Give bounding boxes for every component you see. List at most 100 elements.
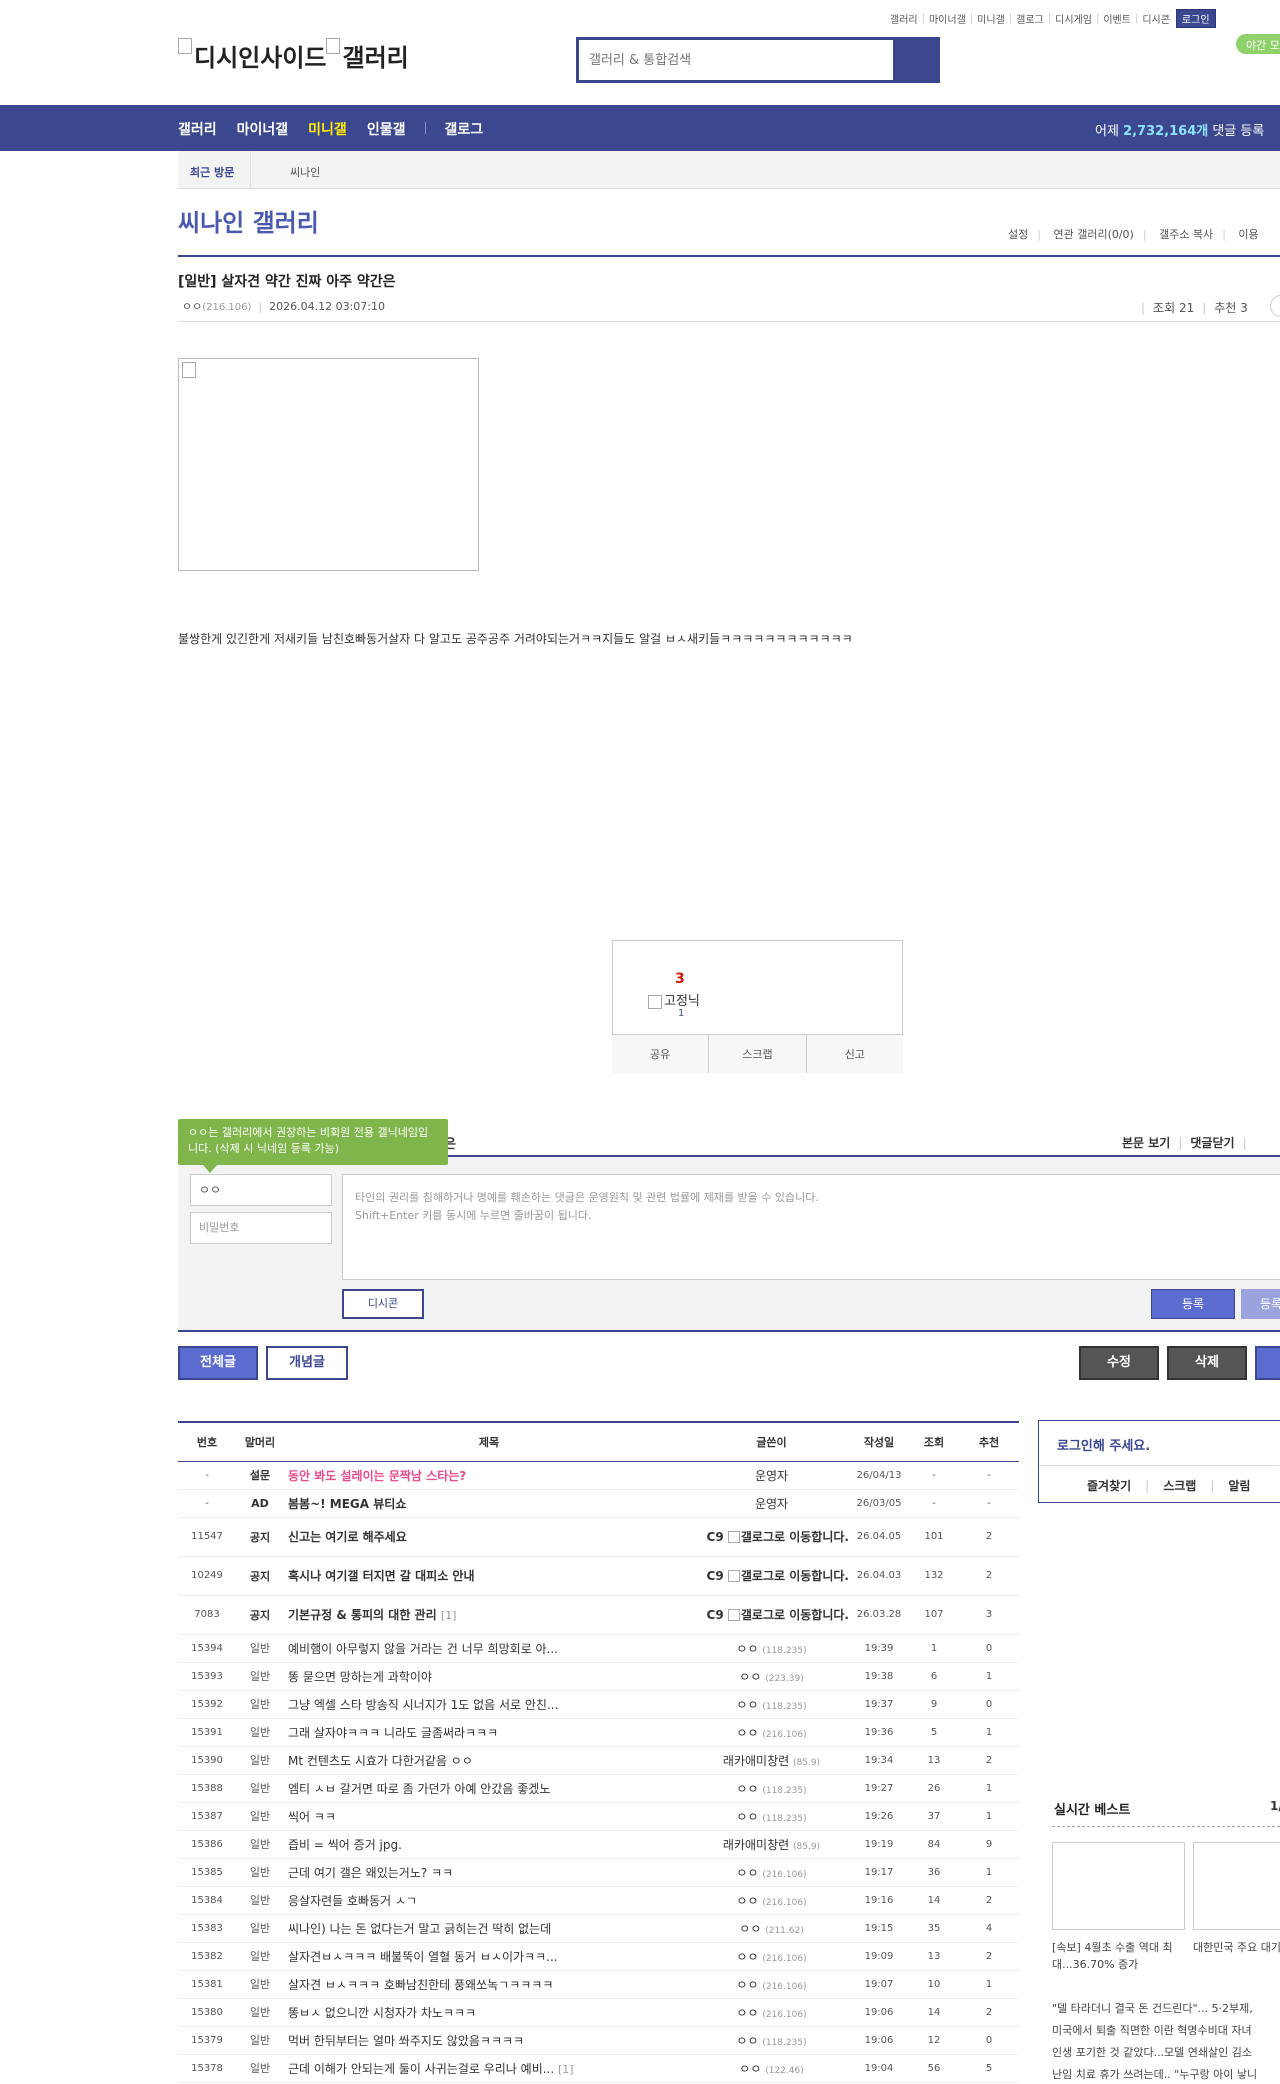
row-title[interactable]: 살자견ㅂㅅㅋㅋㅋ 배불뚝이 열혈 동거 ㅂㅅ이가ㅋㅋ... <box>284 1942 694 1971</box>
search-button[interactable] <box>893 40 937 80</box>
writer-name[interactable]: 운영자 <box>755 1497 788 1511</box>
row-title[interactable]: 동안 봐도 설레이는 문짝남 스타는? <box>284 1461 694 1490</box>
row-title[interactable]: 똥 묻으면 망하는게 과학이야 <box>284 1662 694 1691</box>
writer-name[interactable]: C9 <box>707 1530 724 1544</box>
writer-name[interactable]: C9 <box>707 1608 724 1622</box>
row-title[interactable]: 기본규정 & 통피의 대한 관리 [1] <box>284 1595 694 1635</box>
top-link-gallery[interactable]: 갤러리 <box>890 11 918 26</box>
writer-name[interactable]: ㅇㅇ <box>736 2034 758 2048</box>
nav-gallog[interactable]: 갤로그 <box>444 119 483 139</box>
notification-link[interactable]: 알림 <box>1228 1479 1250 1493</box>
scrap-link[interactable]: 스크랩 <box>1163 1479 1196 1493</box>
writer-name[interactable]: 래카애미창련 <box>723 1754 789 1768</box>
writer-name[interactable]: ㅇㅇ <box>736 1950 758 1964</box>
top-link-dccon[interactable]: 디시콘 <box>1142 11 1170 26</box>
recent-visit-label[interactable]: 최근 방문 <box>190 164 234 180</box>
gallog-icon[interactable] <box>727 1531 740 1543</box>
comment-submit-recommend-button[interactable]: 등록 <box>1241 1289 1280 1319</box>
row-title-text[interactable]: 씨나인) 나는 돈 없다는거 말고 긁히는건 딱히 없는데 <box>288 1922 551 1936</box>
row-title-text[interactable]: 근데 이해가 안되는게 둘이 사귀는걸로 우리나 예비... <box>288 2062 554 2076</box>
row-title-text[interactable]: 동안 봐도 설레이는 문짝남 스타는? <box>288 1469 466 1483</box>
close-comments-link[interactable]: 댓글닫기 <box>1190 1136 1234 1150</box>
table-row[interactable]: 15381 일반 살자견 ㅂㅅㅋㅋㅋ 호빠남친한테 풍왜쏘녹ㄱㅋㅋㅋㅋ ㅇㅇ (21… <box>178 1970 1019 1999</box>
fixed-nick-recommend[interactable]: 고정닉 <box>648 990 700 1009</box>
post-author[interactable]: ㅇㅇ <box>182 300 202 313</box>
nav-minor[interactable]: 마이너갤 <box>237 119 289 139</box>
login-box-title[interactable]: 로그인해 주세요. <box>1057 1435 1150 1454</box>
row-title[interactable]: 응살자련들 호빠동거 ㅅㄱ <box>284 1886 694 1915</box>
table-row[interactable]: 15383 일반 씨나인) 나는 돈 없다는거 말고 긁히는건 딱히 없는데 ㅇㅇ … <box>178 1914 1019 1943</box>
table-row[interactable]: 10249 공지 혹시나 여기갤 터지면 갈 대피소 안내 C9 갤로그로 이동합니… <box>178 1556 1019 1596</box>
recent-visit-item[interactable]: 씨나인 <box>290 164 320 180</box>
writer-name[interactable]: ㅇㅇ <box>736 1894 758 1908</box>
writer-name[interactable]: ㅇㅇ <box>739 1670 761 1684</box>
row-title-text[interactable]: 살자견ㅂㅅㅋㅋㅋ 배불뚝이 열혈 동거 ㅂㅅ이가ㅋㅋ... <box>288 1950 558 1964</box>
row-title[interactable]: 살자견 ㅂㅅㅋㅋㅋ 호빠남친한테 풍왜쏘녹ㄱㅋㅋㅋㅋ <box>284 1970 694 1999</box>
table-row[interactable]: 15378 일반 근데 이해가 안되는게 둘이 사귀는걸로 우리나 예비... [1… <box>178 2054 1019 2083</box>
writer-name[interactable]: C9 <box>707 1569 724 1583</box>
top-link-minor[interactable]: 마이너갤 <box>929 11 966 26</box>
gallog-icon[interactable] <box>727 1570 740 1582</box>
scrap-button[interactable]: 스크랩 <box>708 1035 806 1073</box>
search-input[interactable] <box>579 40 893 80</box>
table-row[interactable]: 15380 일반 똥ㅂㅅ 없으니깐 시청자가 차노ㅋㅋㅋ ㅇㅇ (216.106) 1… <box>178 1998 1019 2027</box>
usage-link[interactable]: 이용 <box>1238 228 1258 241</box>
table-row[interactable]: 15393 일반 똥 묻으면 망하는게 과학이야 ㅇㅇ (223.39) 19:38 6… <box>178 1662 1019 1691</box>
best-thumbnail-2[interactable] <box>1193 1842 1280 1930</box>
row-title-text[interactable]: 똥ㅂㅅ 없으니깐 시청자가 차노ㅋㅋㅋ <box>288 2006 476 2020</box>
row-title-text[interactable]: 신고는 여기로 해주세요 <box>288 1530 407 1544</box>
row-title-text[interactable]: 기본규정 & 통피의 대한 관리 <box>288 1608 437 1622</box>
comment-submit-button[interactable]: 등록 <box>1151 1289 1235 1319</box>
top-link-event[interactable]: 이벤트 <box>1103 11 1131 26</box>
best-news-item[interactable]: 난임 치료 휴가 쓰려는데.. "누구랑 아이 낳니 <box>1052 2064 1280 2084</box>
best-caption-2[interactable]: 대한민국 주요 대기업 의 그룹 본사 건물 <box>1193 1939 1280 1956</box>
table-row[interactable]: 15391 일반 그래 살자야ㅋㅋㅋ 니라도 글좀써라ㅋㅋㅋ ㅇㅇ (216.106… <box>178 1718 1019 1747</box>
all-posts-button[interactable]: 전체글 <box>178 1346 258 1380</box>
row-title-text[interactable]: 근데 여기 갤은 왜있는거노? ㅋㅋ <box>288 1866 453 1880</box>
table-row[interactable]: 15384 일반 응살자련들 호빠동거 ㅅㄱ ㅇㅇ (216.106) 19:16 14… <box>178 1886 1019 1915</box>
view-body-link[interactable]: 본문 보기 <box>1122 1136 1170 1150</box>
table-row[interactable]: 15382 일반 살자견ㅂㅅㅋㅋㅋ 배불뚝이 열혈 동거 ㅂㅅ이가ㅋㅋ... ㅇㅇ … <box>178 1942 1019 1971</box>
site-logo[interactable]: 디시인사이드 갤러리 <box>178 38 409 73</box>
writer-name[interactable]: ㅇㅇ <box>739 2062 761 2076</box>
row-title-text[interactable]: 예비햄이 아무렇지 않을 거라는 건 너무 희망회로 아... <box>288 1642 558 1656</box>
table-row[interactable]: 7083 공지 기본규정 & 통피의 대한 관리 [1] C9 갤로그로 이동합니다.… <box>178 1595 1019 1635</box>
table-row[interactable]: 15387 일반 씩어 ㅋㅋ ㅇㅇ (118.235) 19:26 37 1 <box>178 1802 1019 1831</box>
best-caption-1[interactable]: [속보] 4월초 수출 역대 최대...36.70% 증가 <box>1052 1939 1182 1973</box>
report-button[interactable]: 신고 <box>805 1035 903 1073</box>
edit-button[interactable]: 수정 <box>1079 1346 1159 1380</box>
top-link-mini[interactable]: 미니갤 <box>977 11 1005 26</box>
row-title[interactable]: 신고는 여기로 해주세요 <box>284 1517 694 1557</box>
row-title[interactable]: 그냥 엑셀 스타 방송직 시너지가 1도 없음 서로 안친... <box>284 1690 694 1719</box>
row-title-text[interactable]: 엠티 ㅅㅂ 갈거면 따로 좀 가던가 아예 안갔음 좋겠노 <box>288 1782 550 1796</box>
row-title-text[interactable]: 씩어 ㅋㅋ <box>288 1810 336 1824</box>
row-title[interactable]: 혹시나 여기갤 터지면 갈 대피소 안내 <box>284 1556 694 1596</box>
row-title[interactable]: Mt 컨텐츠도 시효가 다한거같음 ㅇㅇ <box>284 1746 694 1775</box>
row-title-text[interactable]: 그냥 엑셀 스타 방송직 시너지가 1도 없음 서로 안친... <box>288 1698 558 1712</box>
row-title-text[interactable]: 먹버 한뒤부터는 얼마 쏴주지도 않았음ㅋㅋㅋㅋ <box>288 2034 524 2048</box>
best-news-item[interactable]: "델 타라더니 결국 돈 건드린다"... 5·2부제, <box>1052 1998 1280 2020</box>
row-title[interactable]: 씩어 ㅋㅋ <box>284 1802 694 1831</box>
favorites-link[interactable]: 즐겨찾기 <box>1087 1479 1131 1493</box>
row-title-text[interactable]: 즙비 = 씩어 증거 jpg. <box>288 1838 402 1852</box>
row-title-text[interactable]: 똥 묻으면 망하는게 과학이야 <box>288 1670 432 1684</box>
row-title-text[interactable]: 혹시나 여기갤 터지면 갈 대피소 안내 <box>288 1569 475 1583</box>
row-title[interactable]: 엠티 ㅅㅂ 갈거면 따로 좀 가던가 아예 안갔음 좋겠노 <box>284 1774 694 1803</box>
comment-textarea[interactable]: 타인의 권리를 침해하거나 명예를 훼손하는 댓글은 운영원칙 및 관련 법률에… <box>342 1174 1280 1280</box>
post-image[interactable] <box>178 358 479 571</box>
table-row[interactable]: 15385 일반 근데 여기 갤은 왜있는거노? ㅋㅋ ㅇㅇ (216.106) 19… <box>178 1858 1019 1887</box>
best-news-item[interactable]: 미국에서 퇴출 직면한 이란 혁명수비대 자녀 <box>1052 2020 1280 2042</box>
share-button[interactable]: 공유 <box>612 1035 709 1073</box>
writer-name[interactable]: ㅇㅇ <box>736 1642 758 1656</box>
row-title-text[interactable]: 봄봄~! MEGA 뷰티쇼 <box>288 1497 406 1511</box>
nav-gallery[interactable]: 갤러리 <box>178 119 217 139</box>
row-title[interactable]: 먹버 한뒤부터는 얼마 쏴주지도 않았음ㅋㅋㅋㅋ <box>284 2026 694 2055</box>
comment-nickname-field[interactable]: ㅇㅇ <box>190 1174 332 1206</box>
row-title-text[interactable]: 응살자련들 호빠동거 ㅅㄱ <box>288 1894 417 1908</box>
row-title-text[interactable]: 그래 살자야ㅋㅋㅋ 니라도 글좀써라ㅋㅋㅋ <box>288 1726 498 1740</box>
row-title[interactable]: 똥ㅂㅅ 없으니깐 시청자가 차노ㅋㅋㅋ <box>284 1998 694 2027</box>
row-title[interactable]: 근데 여기 갤은 왜있는거노? ㅋㅋ <box>284 1858 694 1887</box>
dccon-button[interactable]: 디시콘 <box>342 1289 424 1319</box>
writer-name[interactable]: 운영자 <box>755 1469 788 1483</box>
writer-name[interactable]: ㅇㅇ <box>736 2006 758 2020</box>
